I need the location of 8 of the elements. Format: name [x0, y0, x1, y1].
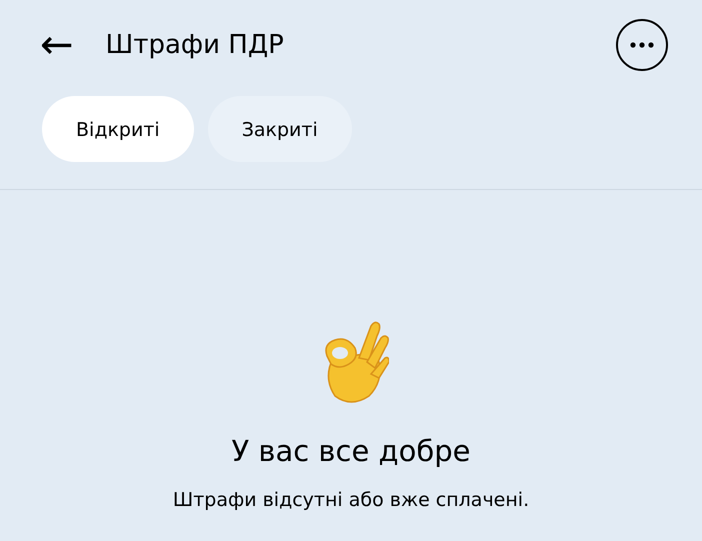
back-button[interactable]: ←: [40, 25, 74, 65]
tab[interactable]: Закриті: [208, 96, 352, 162]
tab[interactable]: Відкриті: [42, 96, 194, 162]
page-title: Штрафи ПДР: [106, 28, 284, 62]
empty-title: У вас все добре: [232, 433, 470, 470]
empty-message: Штрафи відсутні або вже сплачені.: [172, 488, 530, 512]
more-icon: [629, 42, 655, 48]
more-button[interactable]: [616, 19, 668, 71]
